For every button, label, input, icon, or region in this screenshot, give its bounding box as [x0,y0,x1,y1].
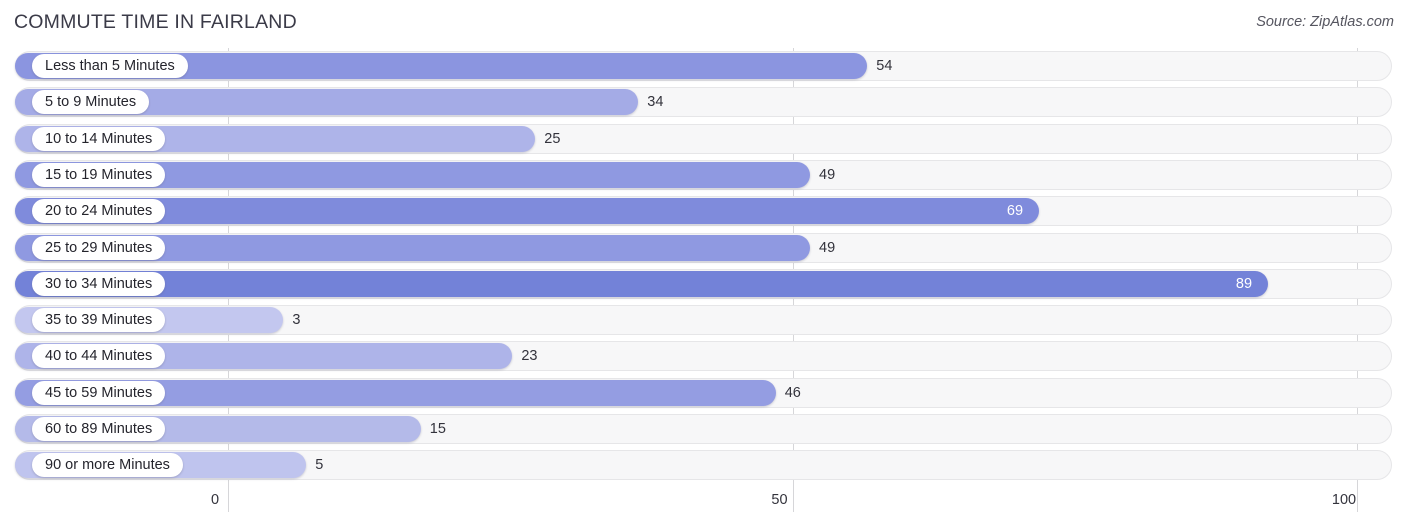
axis-tick-mark [792,486,794,512]
bar-row[interactable]: 49 15 to 19 Minutes [0,159,1406,190]
bar-value-label: 25 [544,130,561,147]
axis-tick-label: 50 [771,492,788,508]
category-label: 25 to 29 Minutes [32,235,166,260]
bar-row[interactable]: 3 35 to 39 Minutes [0,305,1406,336]
bar-value-label: 49 [819,166,836,183]
bar-value-label: 46 [784,384,801,401]
category-label: 5 to 9 Minutes [32,90,150,115]
bar-value-label: 69 [1006,203,1024,220]
bar-value-label: 34 [647,94,664,111]
bar-value-label: 5 [315,457,324,474]
bar-value-label: 3 [292,312,301,329]
bar-row[interactable]: 34 5 to 9 Minutes [0,87,1406,118]
category-label: 90 or more Minutes [32,453,183,478]
bar-row[interactable]: 23 40 to 44 Minutes [0,341,1406,372]
bar-row[interactable]: 5 90 or more Minutes [0,450,1406,481]
bar-row[interactable]: 89 30 to 34 Minutes [0,268,1406,299]
category-label: 35 to 39 Minutes [32,308,166,333]
bar-value-label: 15 [429,421,446,437]
axis-tick-mark [1357,486,1358,512]
bar-row[interactable]: 46 45 to 59 Minutes [0,377,1406,408]
category-label: 45 to 59 Minutes [32,380,166,405]
bar-row[interactable]: 25 10 to 14 Minutes [0,123,1406,154]
category-label: 60 to 89 Minutes [32,417,166,441]
bar-chart-plot-area: 54 Less than 5 Minutes 34 5 to 9 Minutes 25 1… [0,48,1406,486]
axis-tick-mark [228,486,229,512]
page-title: COMMUTE TIME IN FAIRLAND [14,11,297,33]
bar-value-label: 54 [876,58,893,74]
category-label: Less than 5 Minutes [32,54,188,78]
category-label: 15 to 19 Minutes [32,162,166,187]
bar-row[interactable]: 49 25 to 29 Minutes [0,232,1406,263]
category-label: 20 to 24 Minutes [32,199,166,224]
chart-header: COMMUTE TIME IN FAIRLAND Source: ZipAtla… [0,0,1406,46]
axis-tick-label: 100 [1331,492,1357,508]
bar-row[interactable]: 54 Less than 5 Minutes [0,51,1406,81]
bar-row[interactable]: 15 60 to 89 Minutes [0,414,1406,444]
bar-row[interactable]: 69 20 to 24 Minutes [0,196,1406,227]
category-label: 10 to 14 Minutes [32,126,166,151]
bar-value-label: 89 [1235,275,1253,292]
bar-value-label: 49 [819,239,836,256]
bar-rows: 54 Less than 5 Minutes 34 5 to 9 Minutes 25 1… [0,48,1406,486]
category-label: 30 to 34 Minutes [32,271,166,296]
source-attribution: Source: ZipAtlas.com [1256,14,1394,30]
x-axis: 0 50 100 [0,486,1406,523]
axis-tick-label: 0 [210,492,220,508]
category-label: 40 to 44 Minutes [32,344,166,369]
bar-value-label: 23 [521,348,538,365]
